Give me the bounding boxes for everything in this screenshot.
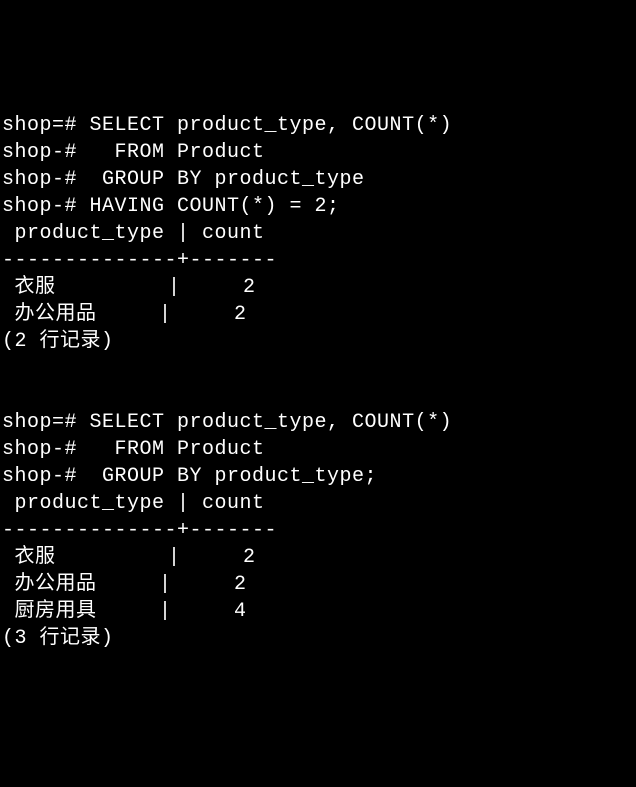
table-row: 厨房用具 | 4 — [2, 600, 247, 623]
terminal-output: shop=# SELECT product_type, COUNT(*) sho… — [2, 112, 636, 652]
sql-line: shop-# GROUP BY product_type; — [2, 465, 377, 488]
result-divider: --------------+------- — [2, 249, 277, 272]
table-row: 办公用品 | 2 — [2, 303, 247, 326]
result-header: product_type | count — [2, 222, 265, 245]
table-row: 衣服 | 2 — [2, 276, 256, 299]
result-divider: --------------+------- — [2, 519, 277, 542]
sql-line: shop=# SELECT product_type, COUNT(*) — [2, 114, 452, 137]
table-row: 办公用品 | 2 — [2, 573, 247, 596]
result-header: product_type | count — [2, 492, 265, 515]
sql-line: shop=# SELECT product_type, COUNT(*) — [2, 411, 452, 434]
table-row: 衣服 | 2 — [2, 546, 256, 569]
result-footer: (3 行记录) — [2, 627, 114, 650]
sql-line: shop-# HAVING COUNT(*) = 2; — [2, 195, 340, 218]
sql-line: shop-# GROUP BY product_type — [2, 168, 365, 191]
sql-line: shop-# FROM Product — [2, 141, 265, 164]
result-footer: (2 行记录) — [2, 330, 114, 353]
sql-line: shop-# FROM Product — [2, 438, 265, 461]
